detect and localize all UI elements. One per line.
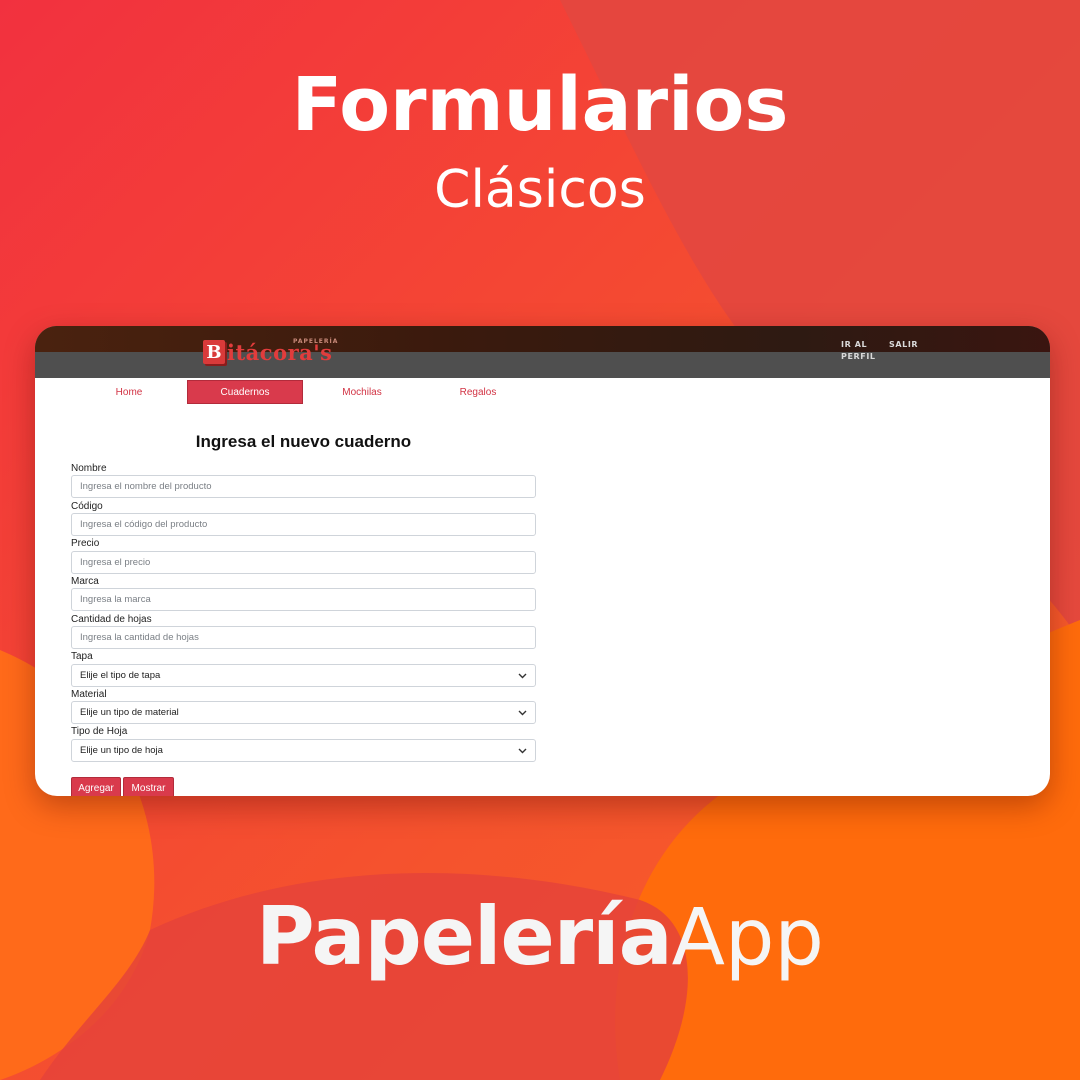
nombre-input[interactable] bbox=[71, 475, 536, 498]
label-precio: Precio bbox=[71, 538, 100, 549]
mostrar-button[interactable]: Mostrar bbox=[123, 777, 174, 796]
label-cantidad-hojas: Cantidad de hojas bbox=[71, 614, 152, 625]
app-header: B PAPELERÍA itácora's IR AL PERFIL SALIR bbox=[35, 326, 1050, 378]
tapa-select[interactable]: Elije el tipo de tapa bbox=[71, 664, 536, 687]
tab-mochilas[interactable]: Mochilas bbox=[304, 380, 420, 404]
brand-bold: Papelería bbox=[256, 890, 673, 983]
label-nombre: Nombre bbox=[71, 463, 107, 474]
label-tapa: Tapa bbox=[71, 651, 93, 662]
profile-link[interactable]: IR AL PERFIL bbox=[841, 339, 875, 363]
tipo-hoja-select[interactable]: Elije un tipo de hoja bbox=[71, 739, 536, 762]
codigo-input[interactable] bbox=[71, 513, 536, 536]
logo-text: PAPELERÍA itácora's bbox=[227, 338, 337, 365]
cantidad-hojas-input[interactable] bbox=[71, 626, 536, 649]
precio-input[interactable] bbox=[71, 551, 536, 574]
app-logo[interactable]: B PAPELERÍA itácora's bbox=[203, 336, 337, 368]
agregar-button[interactable]: Agregar bbox=[71, 777, 121, 796]
label-marca: Marca bbox=[71, 576, 99, 587]
form-title: Ingresa el nuevo cuaderno bbox=[195, 432, 412, 451]
tipo-hoja-select-value: Elije un tipo de hoja bbox=[80, 745, 163, 756]
poster-headline: Formularios bbox=[291, 62, 789, 148]
poster-subheadline: Clásicos bbox=[434, 160, 646, 220]
logo-small-text: PAPELERÍA bbox=[293, 337, 339, 345]
label-material: Material bbox=[71, 689, 107, 700]
material-select-value: Elije un tipo de material bbox=[80, 707, 179, 718]
brand-light: App bbox=[671, 893, 824, 983]
tab-regalos[interactable]: Regalos bbox=[420, 380, 536, 404]
logout-link[interactable]: SALIR bbox=[889, 339, 918, 363]
tab-cuadernos[interactable]: Cuadernos bbox=[187, 380, 303, 404]
chevron-down-icon bbox=[517, 671, 527, 681]
header-links: IR AL PERFIL SALIR bbox=[841, 339, 918, 363]
material-select[interactable]: Elije un tipo de material bbox=[71, 701, 536, 724]
tab-home[interactable]: Home bbox=[71, 380, 187, 404]
brand-wordmark: PapeleríaApp bbox=[0, 890, 1080, 983]
tapa-select-value: Elije el tipo de tapa bbox=[80, 670, 161, 681]
nav-tabs: Home Cuadernos Mochilas Regalos bbox=[35, 380, 1050, 404]
marca-input[interactable] bbox=[71, 588, 536, 611]
label-codigo: Código bbox=[71, 501, 103, 512]
label-tipo-hoja: Tipo de Hoja bbox=[71, 726, 128, 737]
chevron-down-icon bbox=[517, 746, 527, 756]
app-window-screenshot: B PAPELERÍA itácora's IR AL PERFIL SALIR… bbox=[35, 326, 1050, 796]
logo-mark: B bbox=[203, 340, 225, 364]
chevron-down-icon bbox=[517, 708, 527, 718]
